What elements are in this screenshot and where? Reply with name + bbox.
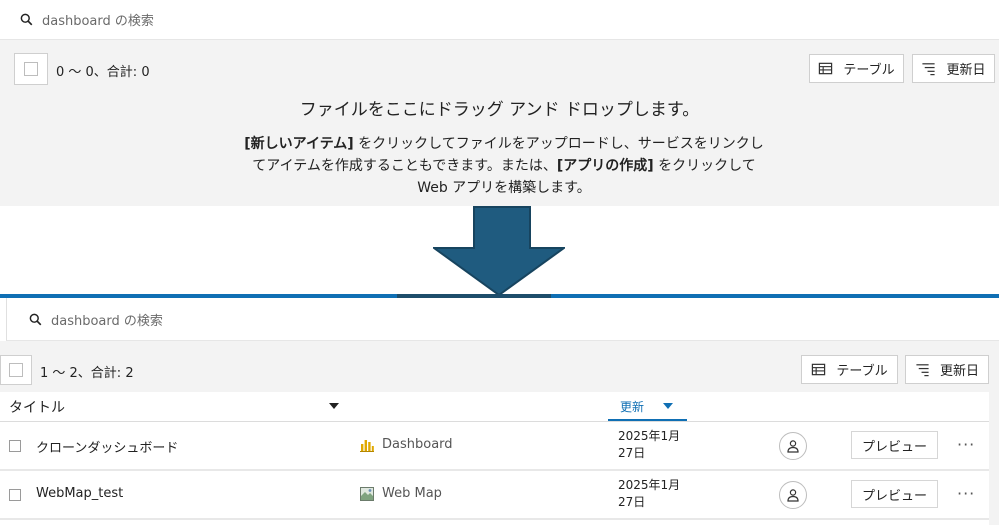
search-icon [29, 313, 42, 325]
web-map-icon [360, 486, 374, 501]
search-input[interactable]: dashboard の検索 [42, 10, 154, 29]
more-options-icon[interactable]: ··· [957, 484, 975, 503]
column-header-title[interactable]: タイトル [9, 397, 65, 417]
user-icon [787, 440, 799, 453]
new-item-link[interactable]: [新しいアイテム] [244, 136, 353, 152]
item-type: Dashboard [360, 437, 453, 452]
sort-label: 更新日 [946, 63, 986, 78]
item-type-label: Web Map [382, 486, 442, 501]
more-options-icon[interactable]: ··· [957, 435, 975, 454]
row-checkbox[interactable] [9, 440, 21, 452]
down-arrow-graphic [433, 206, 565, 296]
sort-label: 更新日 [939, 364, 979, 379]
preview-button[interactable]: プレビュー [851, 431, 938, 459]
select-all-checkbox[interactable] [0, 355, 32, 385]
search-bar-top[interactable]: dashboard の検索 [0, 0, 999, 40]
item-type-label: Dashboard [382, 437, 453, 452]
search-input[interactable]: dashboard の検索 [51, 310, 163, 329]
column-header-updated[interactable]: 更新 [620, 398, 644, 415]
create-app-link[interactable]: [アプリの作成] [557, 158, 654, 174]
table-view-button[interactable]: テーブル [801, 355, 898, 384]
table-icon [812, 363, 826, 376]
sort-button[interactable]: 更新日 [912, 54, 995, 83]
drop-zone-description: [新しいアイテム] をクリックしてファイルをアップロードし、サービスをリンクして… [240, 133, 768, 199]
item-updated-date: 2025年1月 27日 [618, 428, 698, 462]
item-title[interactable]: クローンダッシュボード [36, 437, 178, 456]
checkbox-box [9, 363, 23, 377]
table-row[interactable] [0, 471, 989, 520]
user-icon [787, 489, 799, 502]
preview-button[interactable]: プレビュー [851, 480, 938, 508]
item-title[interactable]: WebMap_test [36, 486, 123, 501]
owner-avatar-button[interactable] [779, 481, 807, 509]
table-icon [819, 62, 833, 75]
active-sort-indicator [608, 419, 687, 421]
table-header [0, 392, 989, 422]
sort-button[interactable]: 更新日 [905, 355, 989, 384]
caret-down-icon[interactable] [329, 403, 339, 409]
date-line-2: 27日 [618, 495, 646, 509]
table-view-label: テーブル [836, 364, 888, 379]
date-line-1: 2025年1月 [618, 478, 681, 492]
select-all-checkbox[interactable] [14, 53, 48, 85]
row-checkbox[interactable] [9, 489, 21, 501]
item-type: Web Map [360, 486, 442, 501]
owner-avatar-button[interactable] [779, 432, 807, 460]
sort-icon [916, 364, 929, 377]
sort-caret-icon[interactable] [663, 403, 673, 409]
sort-icon [922, 63, 936, 76]
row-divider [0, 518, 989, 520]
search-bar-bottom[interactable]: dashboard の検索 [6, 298, 999, 341]
dashboard-icon [360, 439, 374, 452]
item-updated-date: 2025年1月 27日 [618, 477, 698, 511]
item-count: 0 〜 0、合計: 0 [56, 65, 150, 80]
table-view-label: テーブル [843, 63, 895, 78]
table-view-button[interactable]: テーブル [809, 54, 904, 83]
checkbox-box [24, 62, 38, 76]
item-count: 1 〜 2、合計: 2 [40, 366, 134, 381]
date-line-1: 2025年1月 [618, 429, 681, 443]
drop-zone-title: ファイルをここにドラッグ アンド ドロップします。 [299, 100, 700, 120]
date-line-2: 27日 [618, 446, 646, 460]
search-icon [20, 13, 33, 26]
scroll-gutter [989, 392, 999, 525]
